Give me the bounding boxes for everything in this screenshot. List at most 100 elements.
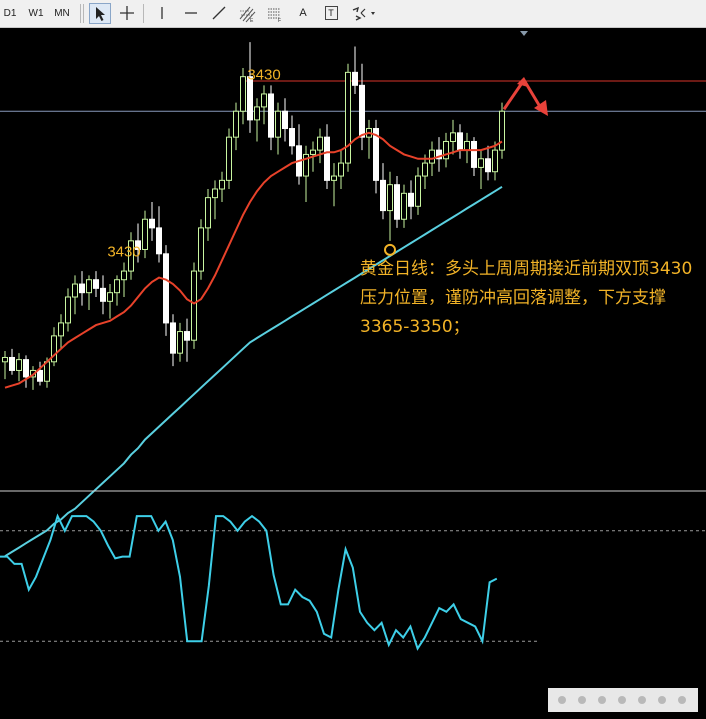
candle xyxy=(464,132,470,164)
candle xyxy=(16,353,22,382)
candle xyxy=(338,150,344,189)
candle xyxy=(163,245,169,336)
candle xyxy=(100,275,106,315)
fibonacci-channel-icon: E xyxy=(239,6,256,23)
candle xyxy=(86,275,92,310)
candle xyxy=(394,176,400,228)
candle xyxy=(121,262,127,297)
candle xyxy=(2,351,8,380)
candle xyxy=(219,171,225,202)
candle xyxy=(107,284,113,319)
candle xyxy=(366,119,372,159)
crosshair-icon xyxy=(120,6,134,20)
vertical-line-tool[interactable] xyxy=(151,3,173,24)
candle xyxy=(289,115,295,155)
crosshair-tool[interactable] xyxy=(116,3,138,24)
candle xyxy=(268,85,274,151)
candle xyxy=(352,46,358,94)
chart-shift-marker xyxy=(520,31,528,36)
svg-text:E: E xyxy=(250,18,254,23)
candle xyxy=(471,137,477,177)
candle xyxy=(142,210,148,259)
candle xyxy=(380,163,386,220)
candle xyxy=(58,314,64,349)
candle xyxy=(373,119,379,194)
watermark-logo xyxy=(548,688,698,712)
candle xyxy=(170,314,176,367)
candle xyxy=(485,145,491,181)
candle xyxy=(478,150,484,189)
fibonacci-channel-tool[interactable]: E xyxy=(236,3,258,24)
candle xyxy=(317,128,323,164)
svg-text:F: F xyxy=(278,18,281,23)
horizontal-line-tool[interactable] xyxy=(180,3,202,24)
candle xyxy=(457,124,463,159)
candle xyxy=(282,98,288,142)
candle xyxy=(261,85,267,125)
candle xyxy=(247,42,253,133)
candle xyxy=(79,271,85,306)
arrow-shapes-tool[interactable] xyxy=(349,3,379,24)
candle xyxy=(65,288,71,332)
timeframe-d1[interactable]: D1 xyxy=(0,3,20,24)
vertical-line-icon xyxy=(161,7,163,19)
candle xyxy=(191,262,197,349)
candle xyxy=(450,119,456,155)
toolbar-divider xyxy=(80,4,81,23)
candle xyxy=(205,189,211,241)
chevron-down-icon xyxy=(371,12,375,15)
text-label-tool[interactable]: T xyxy=(320,3,342,24)
arrow-shapes-icon xyxy=(352,6,375,21)
candle xyxy=(212,180,218,220)
candle xyxy=(324,124,330,189)
analysis-annotation: 黄金日线：多头上周周期接近前期双顶3430压力位置，谨防冲高回落调整，下方支撑3… xyxy=(360,259,693,337)
candle xyxy=(72,275,78,315)
text-label-icon: T xyxy=(324,6,338,20)
candle xyxy=(254,98,260,142)
oscillator-line xyxy=(0,513,498,651)
candle xyxy=(233,102,239,151)
timeframe-mn[interactable]: MN xyxy=(52,3,72,24)
oscillator-subwindow xyxy=(0,513,706,651)
candle xyxy=(9,348,15,375)
candle xyxy=(156,206,162,263)
price-chart: 3430 3430 xyxy=(0,31,706,651)
candle xyxy=(184,318,190,362)
toolbar: D1 W1 MN E F A T xyxy=(0,0,706,28)
candle xyxy=(401,184,407,228)
ma-long-line xyxy=(4,185,503,558)
candle xyxy=(23,355,29,388)
candle xyxy=(345,63,351,172)
candle xyxy=(331,163,337,207)
fibonacci-fan-tool[interactable]: F xyxy=(264,3,286,24)
horizontal-line-icon xyxy=(185,12,197,14)
candle xyxy=(149,201,155,241)
candle xyxy=(443,132,449,168)
peak-price-label: 3430 xyxy=(247,66,280,83)
candle xyxy=(387,171,393,241)
peak-price-label: 3430 xyxy=(107,243,140,260)
cursor-tool[interactable] xyxy=(89,3,111,24)
timeframe-w1[interactable]: W1 xyxy=(26,3,46,24)
candle xyxy=(499,102,505,159)
candle xyxy=(303,145,309,202)
candle xyxy=(275,102,281,155)
candle xyxy=(296,124,302,185)
trendline-tool[interactable] xyxy=(208,3,230,24)
candle xyxy=(240,68,246,125)
candle xyxy=(51,327,57,367)
cursor-icon xyxy=(96,7,105,21)
support-marker xyxy=(384,243,396,256)
toolbar-divider xyxy=(83,4,84,23)
trendline-icon xyxy=(212,6,226,20)
projection-arrow xyxy=(502,77,548,116)
toolbar-divider xyxy=(143,4,144,23)
candle xyxy=(408,180,414,220)
candle xyxy=(30,366,36,390)
candle xyxy=(177,322,183,362)
candle xyxy=(93,271,99,297)
text-tool[interactable]: A xyxy=(292,3,314,24)
candle xyxy=(415,167,421,215)
candle xyxy=(436,137,442,172)
candle xyxy=(226,128,232,189)
